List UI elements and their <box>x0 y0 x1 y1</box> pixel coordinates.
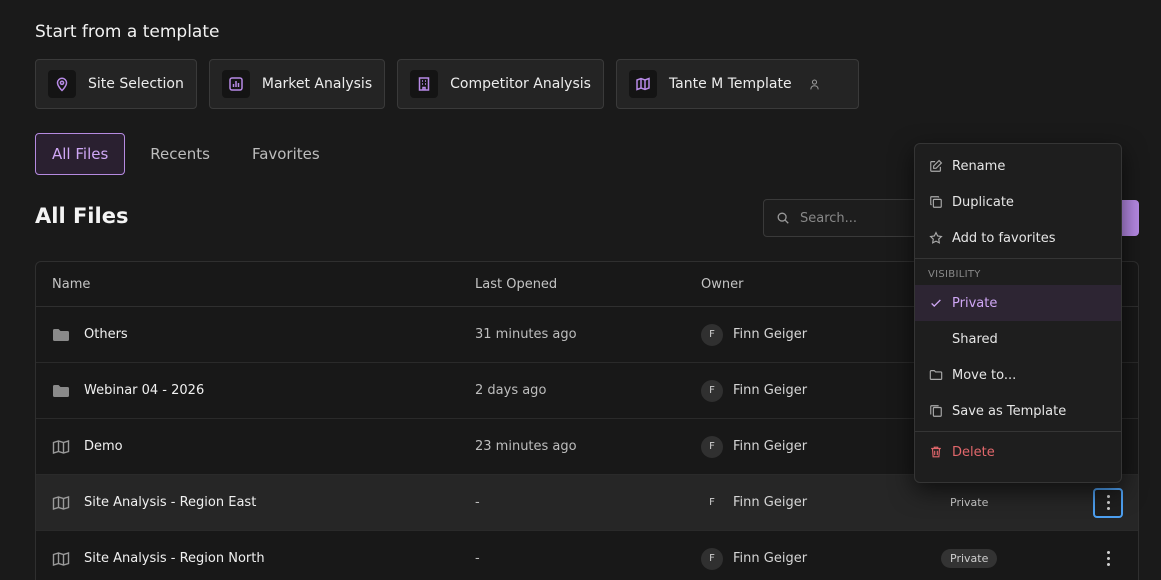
menu-item-save-template[interactable]: Save as Template <box>915 393 1121 429</box>
menu-item-move[interactable]: Move to... <box>915 357 1121 393</box>
avatar: F <box>701 323 723 346</box>
tab-all-files[interactable]: All Files <box>35 133 126 175</box>
search-icon <box>777 212 789 224</box>
menu-item-duplicate[interactable]: Duplicate <box>915 184 1121 220</box>
template-label: Market Analysis <box>261 76 373 92</box>
page-title: All Files <box>35 204 129 228</box>
copy-icon <box>930 196 942 208</box>
search-input[interactable] <box>800 210 920 226</box>
tab-favorites[interactable]: Favorites <box>235 133 337 175</box>
avatar: F <box>701 379 723 402</box>
menu-label: Add to favorites <box>952 230 1056 246</box>
avatar: F <box>701 435 723 458</box>
column-name[interactable]: Name <box>52 277 90 292</box>
file-name: Demo <box>84 439 123 454</box>
file-name: Webinar 04 - 2026 <box>84 383 205 398</box>
last-opened: - <box>475 551 480 566</box>
column-last-opened[interactable]: Last Opened <box>475 277 557 292</box>
avatar: F <box>709 497 715 508</box>
user-icon <box>809 79 819 89</box>
pin-icon <box>48 70 76 98</box>
more-options-button[interactable] <box>1093 487 1123 518</box>
owner-name: Finn Geiger <box>733 327 808 342</box>
trash-icon <box>931 446 941 458</box>
kebab-icon <box>1106 495 1110 510</box>
owner-name: Finn Geiger <box>733 439 808 454</box>
menu-divider <box>915 258 1121 259</box>
menu-label: Rename <box>952 158 1006 174</box>
menu-item-delete[interactable]: Delete <box>915 434 1121 470</box>
template-tante-m[interactable]: Tante M Template <box>615 59 859 109</box>
last-opened: 31 minutes ago <box>475 327 577 342</box>
file-tabs: All Files Recents Favorites <box>35 133 337 175</box>
template-label: Competitor Analysis <box>450 76 591 92</box>
menu-divider <box>915 431 1121 432</box>
bar-chart-icon <box>221 70 250 98</box>
check-icon <box>931 299 941 308</box>
template-site-selection[interactable]: Site Selection <box>35 59 197 109</box>
more-options-button[interactable] <box>1093 544 1123 574</box>
file-name: Others <box>84 327 128 342</box>
map-icon <box>52 495 70 510</box>
owner-name: Finn Geiger <box>733 383 808 398</box>
file-name: Site Analysis - Region North <box>84 551 265 566</box>
last-opened: 2 days ago <box>475 383 547 398</box>
context-menu: Rename Duplicate Add to favorites VISIBI… <box>914 143 1122 483</box>
template-icon <box>930 405 942 417</box>
last-opened: 23 minutes ago <box>475 439 577 454</box>
tab-recents[interactable]: Recents <box>133 133 227 175</box>
last-opened: - <box>475 495 480 510</box>
file-name: Site Analysis - Region East <box>84 495 257 510</box>
menu-label: Save as Template <box>952 403 1067 419</box>
avatar: F <box>701 547 723 570</box>
map-icon <box>628 70 657 98</box>
visibility-section-label: VISIBILITY <box>928 269 981 280</box>
menu-item-add-favorite[interactable]: Add to favorites <box>915 220 1121 256</box>
menu-label: Move to... <box>952 367 1017 383</box>
template-label: Site Selection <box>88 76 184 92</box>
template-market-analysis[interactable]: Market Analysis <box>208 59 386 109</box>
menu-label: Delete <box>952 444 995 460</box>
visibility-badge: Private <box>950 496 989 509</box>
folder-icon <box>53 384 69 397</box>
map-icon <box>52 439 70 454</box>
owner-name: Finn Geiger <box>733 495 808 510</box>
template-list: Site Selection Market Analysis Competito… <box>35 59 859 109</box>
menu-item-private[interactable]: Private <box>915 285 1121 321</box>
search-box[interactable] <box>763 199 933 237</box>
template-competitor-analysis[interactable]: Competitor Analysis <box>397 59 604 109</box>
template-label: Tante M Template <box>668 76 792 92</box>
menu-item-rename[interactable]: Rename <box>915 148 1121 184</box>
kebab-icon <box>1106 551 1110 566</box>
folder-icon <box>53 328 69 341</box>
folder-icon <box>929 370 943 380</box>
menu-label: Duplicate <box>952 194 1014 210</box>
edit-icon <box>930 159 943 172</box>
map-icon <box>52 551 70 566</box>
menu-label: Shared <box>952 331 998 347</box>
templates-heading: Start from a template <box>35 22 220 42</box>
building-icon <box>410 70 439 98</box>
owner-name: Finn Geiger <box>733 551 808 566</box>
column-owner[interactable]: Owner <box>701 277 743 292</box>
table-row[interactable]: Site Analysis - Region North - F Finn Gei… <box>36 531 1138 580</box>
menu-label: Private <box>952 295 998 311</box>
table-row[interactable]: Site Analysis - Region East - F Finn Geig… <box>36 475 1138 531</box>
visibility-badge: Private <box>941 549 998 568</box>
star-icon <box>929 231 943 244</box>
menu-item-shared[interactable]: Shared <box>915 321 1121 357</box>
